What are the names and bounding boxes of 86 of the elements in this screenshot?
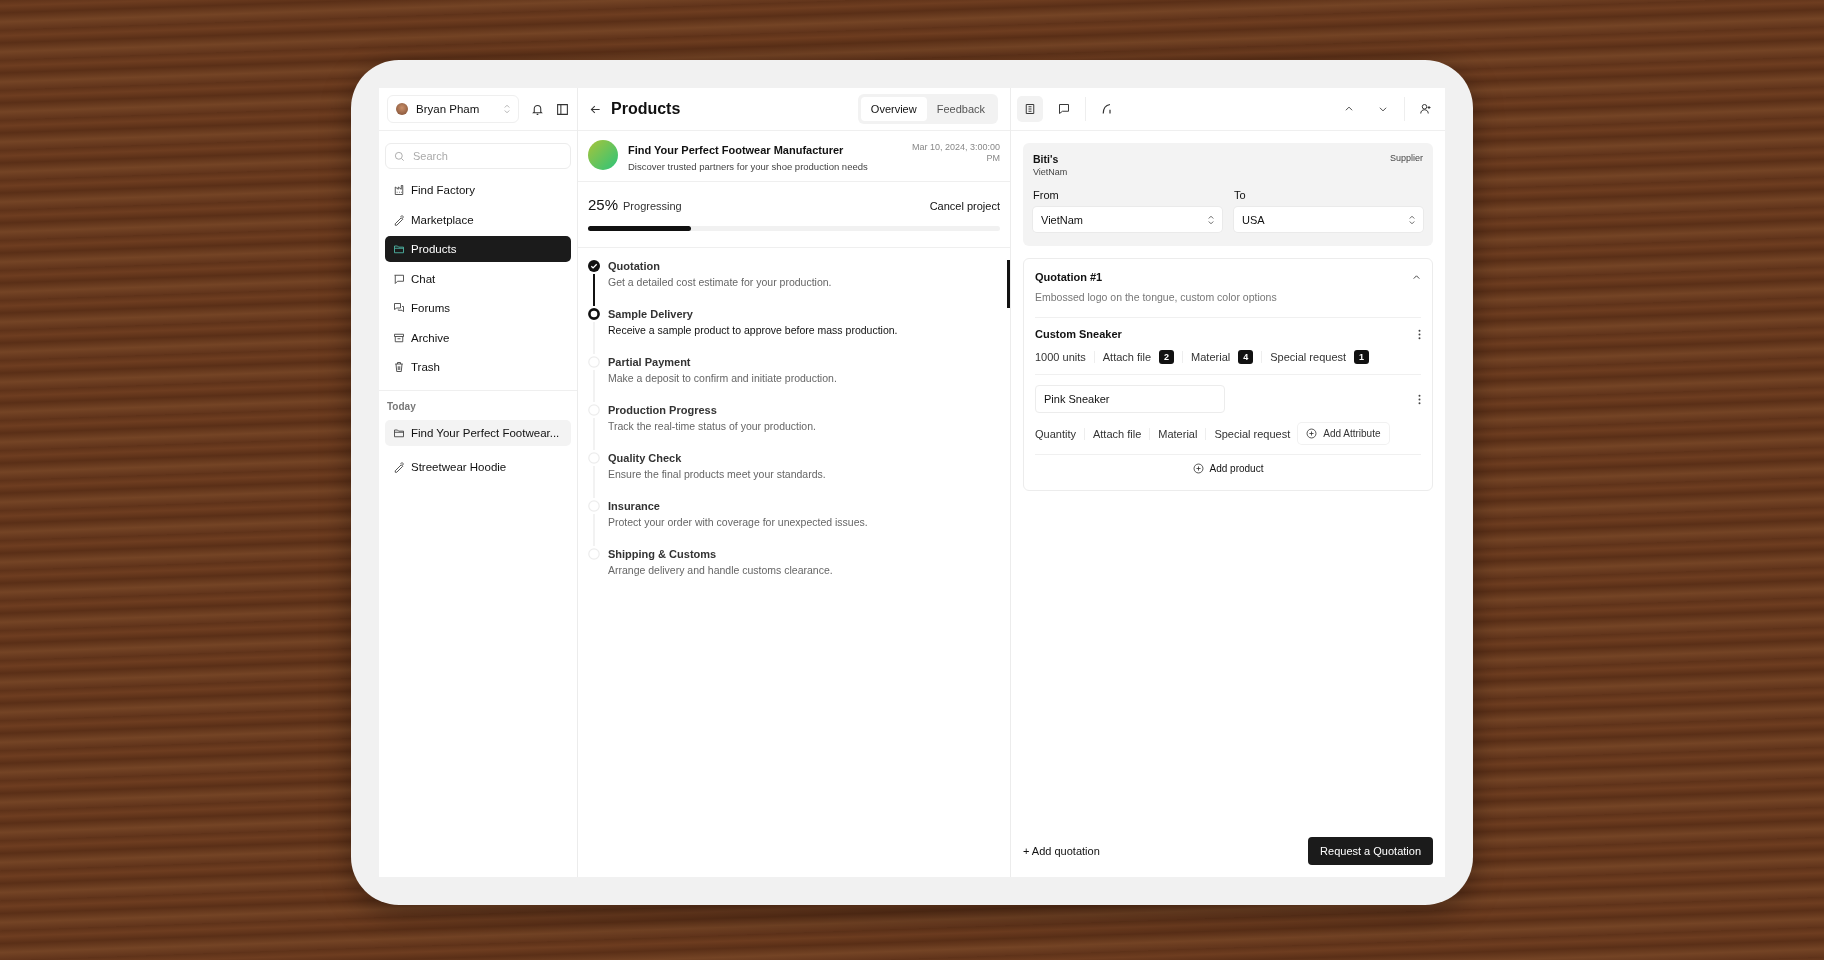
project-avatar [588, 140, 618, 170]
to-select[interactable]: USA [1234, 207, 1423, 232]
nav-icon [393, 331, 405, 344]
add-quotation-link[interactable]: + Add quotation [1023, 845, 1100, 857]
step-description: Protect your order with coverage for unexpected issues. [608, 516, 868, 528]
supplier-country: VietNam [1033, 167, 1068, 177]
chevron-updown-icon [1208, 214, 1214, 225]
recent-icon [393, 427, 405, 439]
nav-icon [393, 243, 405, 255]
nav-icon [393, 213, 405, 226]
step-description: Ensure the final products meet your standards. [608, 468, 826, 480]
product-attribute[interactable]: Quantity [1035, 427, 1076, 440]
quotation-title: Quotation #1 [1035, 271, 1103, 283]
product-attribute[interactable]: Special request [1270, 351, 1347, 363]
cancel-project-button[interactable]: Cancel project [929, 200, 1000, 212]
tab[interactable]: Overview [860, 97, 927, 121]
count-badge: 2 [1159, 350, 1175, 364]
step-title: Shipping & Customs [608, 548, 718, 560]
chevron-up-icon[interactable] [1412, 272, 1421, 282]
recent-item[interactable]: Find Your Perfect Footwear... [385, 420, 571, 446]
step-title: Sample Delivery [608, 308, 694, 320]
sidebar-item[interactable]: Products [385, 236, 571, 262]
sidebar-item[interactable]: Chat [385, 265, 571, 292]
chevron-updown-icon [1409, 214, 1415, 225]
from-select[interactable]: VietNam [1033, 207, 1222, 232]
field-label: From [1033, 189, 1060, 201]
product-attribute[interactable]: Attach file [1092, 427, 1142, 440]
sidebar-item[interactable]: Archive [385, 324, 571, 351]
progress-percent: 25% [588, 196, 619, 213]
avatar [396, 103, 408, 115]
user-selector[interactable]: Bryan Pham [387, 95, 519, 123]
nav-icon [393, 184, 405, 196]
sidebar-item[interactable]: Forums [385, 295, 571, 321]
tab[interactable]: Feedback [926, 97, 995, 121]
project-date: Mar 10, 2024, 3:00:00 PM [910, 141, 1000, 164]
request-quotation-button[interactable]: Request a Quotation [1308, 837, 1433, 865]
add-product-button[interactable]: Add product [1184, 455, 1272, 482]
recent-item[interactable]: Streetwear Hoodie [385, 454, 571, 480]
product-attribute[interactable]: Material [1158, 427, 1198, 440]
document-icon[interactable] [1017, 96, 1043, 122]
recent-icon [393, 461, 405, 473]
step-description: Make a deposit to confirm and initiate production. [608, 372, 837, 384]
more-icon[interactable] [1418, 328, 1421, 340]
supplier-role: Supplier [1389, 153, 1423, 165]
step-title: Quotation [608, 260, 661, 272]
progress-label: Progressing [623, 200, 683, 212]
step-description: Track the real-time status of your production. [608, 420, 816, 432]
product-attribute[interactable]: 1000 units [1035, 351, 1086, 363]
section-label: Today [386, 401, 417, 414]
scrollbar-thumb[interactable] [1007, 260, 1010, 308]
chevron-updown-icon [504, 104, 510, 114]
page-title: Products [611, 100, 682, 118]
step-title: Quality Check [608, 452, 683, 464]
product-attribute[interactable]: Attach file [1102, 351, 1152, 363]
step-title: Partial Payment [608, 356, 692, 368]
nav-icon [393, 272, 405, 285]
sidebar-item[interactable]: Trash [385, 354, 571, 380]
project-title: Find Your Perfect Footwear Manufacturer [628, 144, 845, 156]
add-attribute-button[interactable]: Add Attribute [1298, 423, 1389, 444]
field-label: To [1234, 189, 1247, 201]
plus-circle-icon [1192, 463, 1204, 474]
sidebar-item[interactable]: Marketplace [385, 206, 571, 233]
product-attribute[interactable]: Material [1191, 351, 1231, 363]
quotation-description: Embossed logo on the tongue, custom color options [1035, 291, 1421, 318]
count-badge: 4 [1238, 350, 1254, 364]
supplier-name: Biti's [1033, 153, 1060, 165]
back-arrow-icon[interactable] [590, 103, 601, 115]
step-title: Insurance [608, 500, 661, 512]
nav-icon [393, 361, 405, 373]
plus-circle-icon [1306, 428, 1318, 439]
nav-icon [393, 302, 405, 314]
search-field[interactable]: Search [385, 143, 571, 169]
step-description: Receive a sample product to approve before mass production. [608, 324, 898, 336]
more-icon[interactable] [1418, 393, 1421, 405]
step-title: Production Progress [608, 404, 718, 416]
search-icon [394, 150, 405, 162]
product-name: Custom Sneaker [1035, 328, 1122, 340]
bell-icon[interactable] [531, 102, 544, 116]
sidebar-toggle-icon[interactable] [556, 102, 569, 116]
step-description: Arrange delivery and handle customs clearance. [608, 564, 833, 576]
sidebar-item[interactable]: Find Factory [385, 177, 571, 203]
product-name-field[interactable]: Pink Sneaker [1035, 385, 1225, 413]
step-description: Get a detailed cost estimate for your production. [608, 276, 832, 288]
count-badge: 1 [1354, 350, 1370, 364]
project-subtitle: Discover trusted partners for your shoe production needs [628, 161, 869, 172]
product-attribute[interactable]: Special request [1214, 427, 1291, 440]
